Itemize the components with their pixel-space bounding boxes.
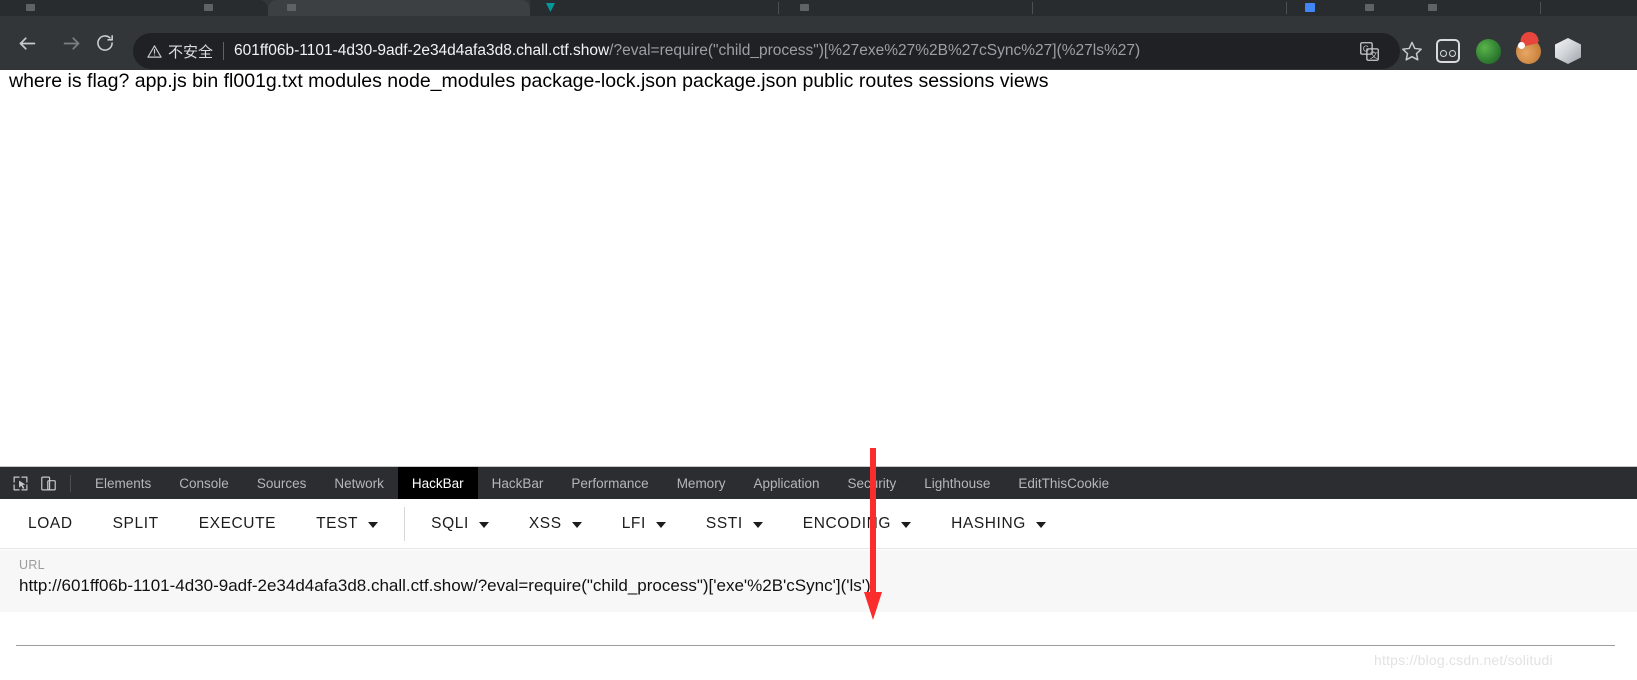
hackbar-hashing-button[interactable]: HASHING [931, 499, 1066, 549]
hackbar-encoding-label: ENCODING [802, 514, 892, 532]
tab-favicon [800, 4, 809, 11]
devtools-tab-hackbar[interactable]: HackBar [478, 467, 558, 499]
tab-divider [1286, 2, 1287, 14]
hackbar-xss-label: XSS [528, 514, 562, 532]
hackbar-url-label: URL [19, 558, 45, 572]
browser-toolbar: 不安全 601ff06b-1101-4d30-9adf-2e34d4afa3d8… [0, 16, 1637, 70]
devtools-tab-sources[interactable]: Sources [243, 467, 321, 499]
forward-button[interactable] [56, 28, 86, 58]
cookie-extension-icon[interactable] [1512, 35, 1544, 67]
tab-favicon [287, 4, 296, 11]
chevron-down-icon [478, 521, 489, 528]
tab-favicon [1428, 4, 1437, 11]
hackbar-execute-label: EXECUTE [198, 514, 277, 532]
url-host: 601ff06b-1101-4d30-9adf-2e34d4afa3d8.cha… [234, 42, 610, 59]
page-body-text: where is flag? app.js bin fl001g.txt mod… [9, 70, 1049, 92]
oo-extension-icon[interactable] [1432, 35, 1464, 67]
chevron-down-icon [571, 521, 582, 528]
hackbar-toolbar: LOAD SPLIT EXECUTE TEST SQLI XSS LFI SST… [0, 499, 1637, 549]
devtools-tab-editthiscookie[interactable]: EditThisCookie [1004, 467, 1123, 499]
svg-text:G: G [1362, 44, 1368, 53]
omnibox-divider [223, 42, 225, 60]
translate-icon[interactable]: G 文 [1352, 34, 1386, 68]
devtools-tab-memory[interactable]: Memory [663, 467, 740, 499]
hackbar-lfi-label: LFI [621, 514, 646, 532]
tab-favicon [1305, 3, 1315, 12]
page-viewport: where is flag? app.js bin fl001g.txt mod… [0, 70, 1637, 466]
browser-tab-strip [0, 0, 1637, 16]
tab-divider [778, 2, 779, 14]
chevron-down-icon [1035, 521, 1046, 528]
url-path: /?eval=require("child_process")[%27exe%2… [609, 42, 1141, 59]
hackbar-xss-button[interactable]: XSS [509, 499, 602, 549]
browser-tab-active[interactable] [268, 0, 530, 16]
chevron-down-icon [368, 521, 379, 528]
address-bar[interactable]: 不安全 601ff06b-1101-4d30-9adf-2e34d4afa3d8… [133, 33, 1400, 69]
hackbar-ssti-label: SSTI [705, 514, 743, 532]
hackbar-url-input[interactable]: http://601ff06b-1101-4d30-9adf-2e34d4afa… [19, 576, 1619, 596]
tab-favicon [204, 4, 213, 11]
hackbar-test-button[interactable]: TEST [296, 499, 398, 549]
hackbar-sqli-label: SQLI [431, 514, 469, 532]
tab-favicon [26, 4, 35, 11]
inspect-element-icon[interactable] [6, 469, 34, 497]
reload-button[interactable] [90, 28, 120, 58]
devtools-toolbar-divider [70, 474, 71, 492]
hackbar-test-label: TEST [316, 514, 359, 532]
tab-divider [1540, 2, 1541, 14]
devtools-tab-hackbar-active[interactable]: HackBar [397, 467, 478, 499]
chevron-down-icon [752, 521, 763, 528]
hackbar-toolbar-divider [404, 506, 406, 541]
devtools-tab-console[interactable]: Console [165, 467, 243, 499]
devtools-tabbar: Elements Console Sources Network HackBar… [0, 467, 1637, 499]
security-status-text: 不安全 [168, 42, 214, 61]
browser-tab[interactable] [0, 0, 268, 16]
watermark-text: https://blog.csdn.net/solitudi [1374, 652, 1553, 668]
hackbar-load-button[interactable]: LOAD [0, 499, 93, 549]
devtools-tab-performance[interactable]: Performance [557, 467, 662, 499]
hackbar-sqli-button[interactable]: SQLI [411, 499, 509, 549]
hackbar-ssti-button[interactable]: SSTI [686, 499, 783, 549]
device-toolbar-icon[interactable] [34, 469, 62, 497]
hackbar-lfi-button[interactable]: LFI [602, 499, 686, 549]
cube-extension-icon[interactable] [1552, 35, 1584, 67]
tab-favicon [1365, 4, 1374, 11]
devtools-tab-network[interactable]: Network [320, 467, 398, 499]
devtools-tab-lighthouse[interactable]: Lighthouse [910, 467, 1004, 499]
browser-tab-rest[interactable] [530, 0, 1637, 16]
address-bar-url: 601ff06b-1101-4d30-9adf-2e34d4afa3d8.cha… [234, 42, 1400, 60]
hackbar-execute-button[interactable]: EXECUTE [179, 499, 296, 549]
devtools-tab-application[interactable]: Application [739, 467, 833, 499]
chevron-down-icon [655, 521, 666, 528]
hackbar-split-label: SPLIT [112, 514, 159, 532]
hackbar-load-label: LOAD [28, 514, 73, 532]
devtools-tab-elements[interactable]: Elements [81, 467, 165, 499]
svg-text:文: 文 [1369, 50, 1377, 60]
hackbar-split-button[interactable]: SPLIT [93, 499, 179, 549]
warning-triangle-icon [147, 44, 162, 59]
green-blob-extension-icon[interactable] [1472, 35, 1504, 67]
chevron-down-icon [901, 521, 912, 528]
browser-window: 不安全 601ff06b-1101-4d30-9adf-2e34d4afa3d8… [0, 0, 1637, 680]
devtools-tab-security[interactable]: Security [834, 467, 911, 499]
hackbar-hashing-label: HASHING [951, 514, 1026, 532]
hackbar-encoding-button[interactable]: ENCODING [783, 499, 931, 549]
back-button[interactable] [12, 28, 42, 58]
star-icon[interactable] [1395, 34, 1429, 68]
hackbar-url-field[interactable]: URL http://601ff06b-1101-4d30-9adf-2e34d… [0, 550, 1637, 612]
tab-divider [1032, 2, 1033, 14]
